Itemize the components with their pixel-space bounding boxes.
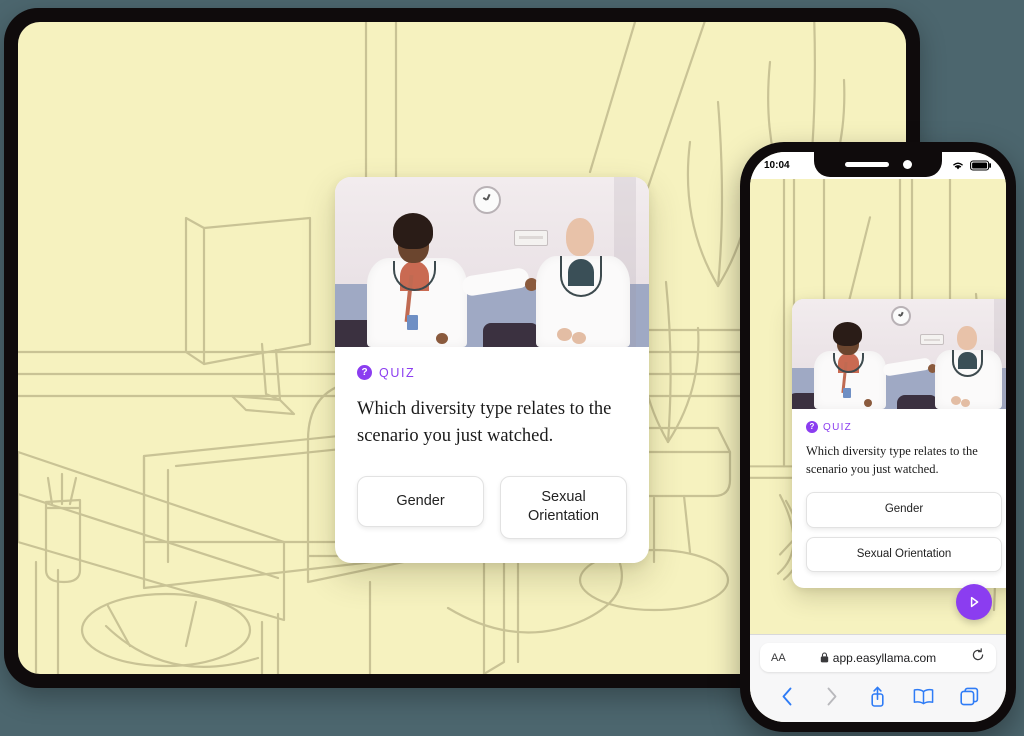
safari-browser-chrome: AA app.easyllama.com xyxy=(750,634,1006,722)
safari-toolbar xyxy=(750,678,1006,722)
quiz-question-text-phone: Which diversity type relates to the scen… xyxy=(806,444,978,476)
status-bar-indicators xyxy=(951,160,992,171)
quiz-tag-label-phone: QUIZ xyxy=(823,421,853,433)
person-right xyxy=(931,314,1006,409)
phone-web-content: ? QUIZ Which diversity type relates to t… xyxy=(750,179,1006,634)
question-mark-badge-icon: ? xyxy=(357,365,372,380)
person-right xyxy=(530,201,637,347)
person-left xyxy=(808,319,938,409)
quiz-card-body-phone: ? QUIZ Which diversity type relates to t… xyxy=(792,409,1006,588)
lock-icon xyxy=(820,652,828,663)
clinic-scene xyxy=(335,177,649,347)
quiz-tag-label: QUIZ xyxy=(379,365,416,380)
quiz-card-body: ? QUIZ Which diversity type relates to t… xyxy=(335,347,649,563)
quiz-answers: Gender Sexual Orientation xyxy=(357,475,627,539)
answer-button-gender-phone[interactable]: Gender xyxy=(806,492,1002,528)
url-bar-row: AA app.easyllama.com xyxy=(750,635,1006,678)
answer-button-sexual-orientation-phone[interactable]: Sexual Orientation xyxy=(806,536,1002,573)
reload-button[interactable] xyxy=(971,648,985,667)
share-icon[interactable] xyxy=(863,683,893,709)
phone-notch xyxy=(814,152,942,177)
next-play-fab-button[interactable] xyxy=(956,584,992,620)
quiz-video-thumbnail-phone[interactable] xyxy=(792,299,1006,409)
quiz-tag-phone: ? QUIZ xyxy=(806,421,1002,433)
answer-button-gender[interactable]: Gender xyxy=(357,475,484,528)
play-triangle-icon xyxy=(970,596,979,608)
status-bar-time: 10:04 xyxy=(764,160,790,171)
battery-icon xyxy=(970,160,991,171)
reload-icon xyxy=(972,648,984,661)
phone-screen: 10:04 ? QUIZ Which diversity type relate… xyxy=(750,152,1006,722)
earpiece-speaker xyxy=(844,162,889,167)
wall-clock-icon xyxy=(890,305,911,326)
clinic-scene-phone xyxy=(792,299,1006,409)
text-size-button[interactable]: AA xyxy=(771,652,786,664)
bookmarks-book-icon[interactable] xyxy=(909,683,939,709)
back-chevron-icon[interactable] xyxy=(772,683,802,709)
quiz-question-text: Which diversity type relates to the scen… xyxy=(357,399,612,446)
address-bar[interactable]: AA app.easyllama.com xyxy=(760,643,996,672)
quiz-card: ? QUIZ Which diversity type relates to t… xyxy=(335,177,649,563)
tabs-icon[interactable] xyxy=(954,683,984,709)
url-text: app.easyllama.com xyxy=(832,650,937,665)
wall-clock-icon xyxy=(473,185,502,214)
person-left xyxy=(357,208,539,347)
quiz-video-thumbnail[interactable] xyxy=(335,177,649,347)
question-mark-badge-icon: ? xyxy=(806,421,818,433)
front-camera-icon xyxy=(902,160,912,169)
quiz-answers-phone: Gender Sexual Orientation xyxy=(806,492,1002,573)
phone-device: 10:04 ? QUIZ Which diversity type relate… xyxy=(740,142,1016,732)
quiz-tag: ? QUIZ xyxy=(357,365,627,380)
wifi-icon xyxy=(953,162,963,170)
answer-button-sexual-orientation[interactable]: Sexual Orientation xyxy=(500,475,627,539)
quiz-card-phone: ? QUIZ Which diversity type relates to t… xyxy=(792,299,1006,589)
url-display: app.easyllama.com xyxy=(760,651,996,665)
forward-chevron-icon xyxy=(817,683,847,709)
